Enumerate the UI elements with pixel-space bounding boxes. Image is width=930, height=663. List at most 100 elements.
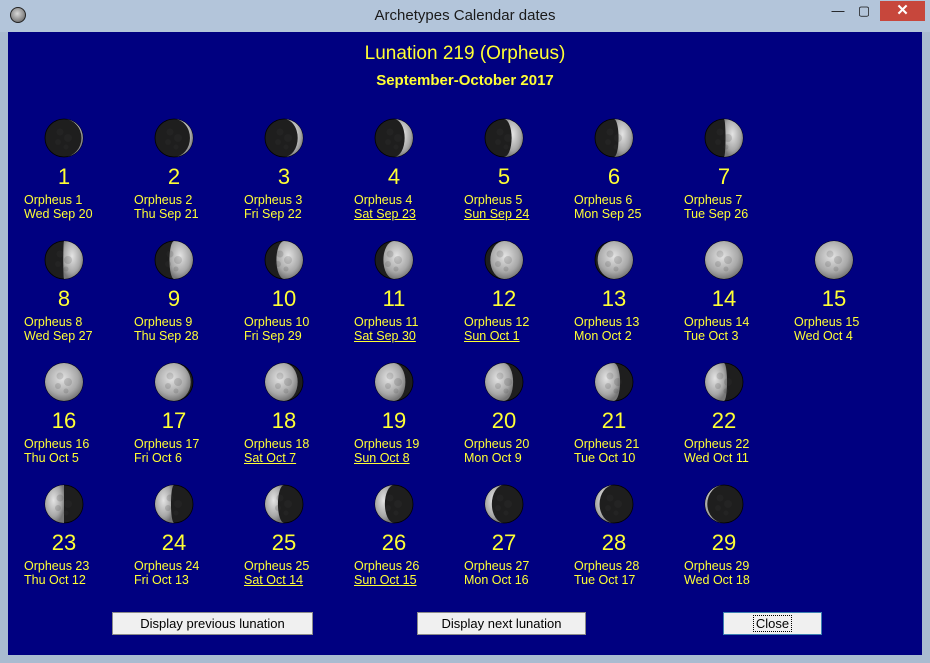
archetype-day-name: Orpheus 26 xyxy=(354,559,420,573)
moon-phase-icon xyxy=(594,240,634,280)
day-number: 13 xyxy=(601,286,627,311)
moon-phase-icon xyxy=(484,240,524,280)
moon-phase-icon xyxy=(484,362,524,402)
day-number: 14 xyxy=(711,286,737,311)
app-window: Archetypes Calendar dates — ▢ ✕ Lunation… xyxy=(0,0,930,663)
day-number: 19 xyxy=(381,408,407,433)
maximize-button[interactable]: ▢ xyxy=(851,1,877,21)
day-number: 8 xyxy=(57,286,71,311)
archetype-day-name: Orpheus 12 xyxy=(464,315,530,329)
previous-lunation-button[interactable]: Display previous lunation xyxy=(112,612,313,635)
calendar-date[interactable]: Sat Sep 23 xyxy=(354,207,416,221)
calendar-date: Wed Sep 27 xyxy=(24,329,93,343)
day-cell[interactable]: 6 Orpheus 6 Mon Sep 25 xyxy=(558,118,658,228)
calendar-date[interactable]: Sat Oct 7 xyxy=(244,451,296,465)
day-cell[interactable]: 7 Orpheus 7 Tue Sep 26 xyxy=(668,118,768,228)
day-cell[interactable]: 4 Orpheus 4 Sat Sep 23 xyxy=(338,118,438,228)
calendar-date: Thu Oct 5 xyxy=(24,451,79,465)
day-cell[interactable]: 3 Orpheus 3 Fri Sep 22 xyxy=(228,118,328,228)
day-cell[interactable]: 22 Orpheus 22 Wed Oct 11 xyxy=(668,362,768,472)
day-cell[interactable]: 12 Orpheus 12 Sun Oct 1 xyxy=(448,240,548,350)
calendar-date: Mon Oct 16 xyxy=(464,573,529,587)
day-cell[interactable]: 9 Orpheus 9 Thu Sep 28 xyxy=(118,240,218,350)
day-number: 22 xyxy=(711,408,737,433)
archetype-day-name: Orpheus 21 xyxy=(574,437,640,451)
calendar-date: Tue Sep 26 xyxy=(684,207,749,221)
day-cell[interactable]: 20 Orpheus 20 Mon Oct 9 xyxy=(448,362,548,472)
day-number: 6 xyxy=(607,164,621,189)
day-cell[interactable]: 23 Orpheus 23 Thu Oct 12 xyxy=(8,484,108,594)
moon-phase-icon xyxy=(264,118,304,158)
day-number: 10 xyxy=(271,286,297,311)
archetype-day-name: Orpheus 19 xyxy=(354,437,420,451)
archetype-day-name: Orpheus 15 xyxy=(794,315,860,329)
archetype-day-name: Orpheus 9 xyxy=(134,315,193,329)
calendar-date: Wed Oct 18 xyxy=(684,573,750,587)
calendar-date[interactable]: Sun Sep 24 xyxy=(464,207,529,221)
day-cell[interactable]: 29 Orpheus 29 Wed Oct 18 xyxy=(668,484,768,594)
day-cell[interactable]: 19 Orpheus 19 Sun Oct 8 xyxy=(338,362,438,472)
moon-phase-icon xyxy=(154,118,194,158)
title-bar[interactable]: Archetypes Calendar dates — ▢ ✕ xyxy=(0,0,930,32)
day-cell[interactable]: 10 Orpheus 10 Fri Sep 29 xyxy=(228,240,328,350)
day-cell[interactable]: 18 Orpheus 18 Sat Oct 7 xyxy=(228,362,328,472)
day-number: 11 xyxy=(382,286,406,311)
day-number: 26 xyxy=(381,530,407,555)
day-cell[interactable]: 2 Orpheus 2 Thu Sep 21 xyxy=(118,118,218,228)
day-cell[interactable]: 17 Orpheus 17 Fri Oct 6 xyxy=(118,362,218,472)
calendar-date[interactable]: Sun Oct 15 xyxy=(354,573,417,587)
minimize-button[interactable]: — xyxy=(825,1,851,21)
day-number: 24 xyxy=(161,530,187,555)
day-cell[interactable]: 5 Orpheus 5 Sun Sep 24 xyxy=(448,118,548,228)
calendar-date: Fri Oct 13 xyxy=(134,573,189,587)
day-number: 18 xyxy=(271,408,297,433)
day-cell[interactable]: 8 Orpheus 8 Wed Sep 27 xyxy=(8,240,108,350)
archetype-day-name: Orpheus 22 xyxy=(684,437,750,451)
close-window-button[interactable]: ✕ xyxy=(880,1,925,21)
day-number: 28 xyxy=(601,530,627,555)
calendar-date[interactable]: Sun Oct 8 xyxy=(354,451,410,465)
archetype-day-name: Orpheus 18 xyxy=(244,437,310,451)
day-number: 15 xyxy=(821,286,847,311)
moon-phase-icon xyxy=(154,362,194,402)
day-cell[interactable]: 21 Orpheus 21 Tue Oct 10 xyxy=(558,362,658,472)
day-cell[interactable]: 11 Orpheus 11 Sat Sep 30 xyxy=(338,240,438,350)
day-number: 1 xyxy=(57,164,71,189)
archetype-day-name: Orpheus 1 xyxy=(24,193,83,207)
calendar-date: Thu Sep 28 xyxy=(134,329,199,343)
calendar-date: Wed Oct 11 xyxy=(684,451,749,465)
day-cell[interactable]: 16 Orpheus 16 Thu Oct 5 xyxy=(8,362,108,472)
day-cell[interactable]: 27 Orpheus 27 Mon Oct 16 xyxy=(448,484,548,594)
day-number: 3 xyxy=(277,164,291,189)
day-number: 5 xyxy=(497,164,511,189)
day-cell[interactable]: 14 Orpheus 14 Tue Oct 3 xyxy=(668,240,768,350)
next-lunation-button[interactable]: Display next lunation xyxy=(417,612,586,635)
moon-phase-icon xyxy=(374,118,414,158)
day-cell[interactable]: 1 Orpheus 1 Wed Sep 20 xyxy=(8,118,108,228)
moon-phase-icon xyxy=(154,484,194,524)
day-cell[interactable]: 24 Orpheus 24 Fri Oct 13 xyxy=(118,484,218,594)
archetype-day-name: Orpheus 11 xyxy=(354,315,419,329)
day-cell[interactable]: 15 Orpheus 15 Wed Oct 4 xyxy=(778,240,878,350)
lunation-title: Lunation 219 (Orpheus) xyxy=(364,43,566,64)
day-cell[interactable]: 25 Orpheus 25 Sat Oct 14 xyxy=(228,484,328,594)
moon-phase-icon xyxy=(44,484,84,524)
calendar-date[interactable]: Sat Sep 30 xyxy=(354,329,416,343)
close-button[interactable]: Close xyxy=(723,612,822,635)
calendar-date[interactable]: Sun Oct 1 xyxy=(464,329,520,343)
day-cell[interactable]: 26 Orpheus 26 Sun Oct 15 xyxy=(338,484,438,594)
day-number: 21 xyxy=(601,408,627,433)
day-number: 25 xyxy=(271,530,297,555)
calendar-date[interactable]: Sat Oct 14 xyxy=(244,573,303,587)
moon-phase-icon xyxy=(704,484,744,524)
day-cell[interactable]: 13 Orpheus 13 Mon Oct 2 xyxy=(558,240,658,350)
day-number: 27 xyxy=(491,530,517,555)
day-number: 29 xyxy=(711,530,737,555)
day-number: 16 xyxy=(51,408,77,433)
day-cell[interactable]: 28 Orpheus 28 Tue Oct 17 xyxy=(558,484,658,594)
moon-phase-icon xyxy=(814,240,854,280)
archetype-day-name: Orpheus 6 xyxy=(574,193,633,207)
moon-phase-icon xyxy=(264,362,304,402)
moon-phase-icon xyxy=(44,362,84,402)
archetype-day-name: Orpheus 3 xyxy=(244,193,303,207)
